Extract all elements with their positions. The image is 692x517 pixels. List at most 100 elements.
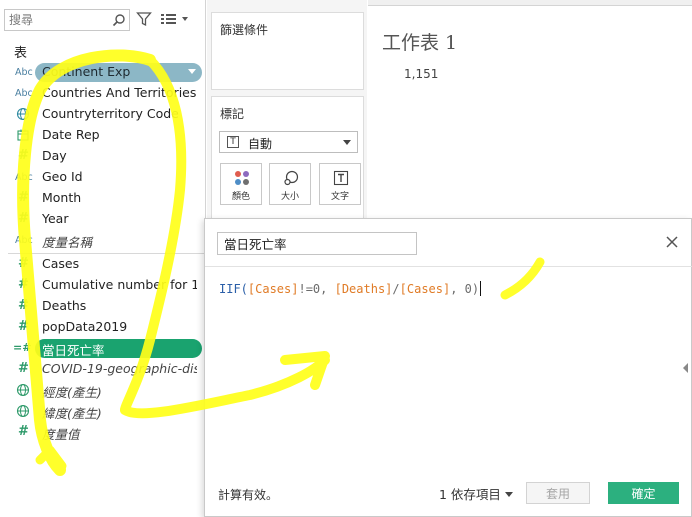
dialog-divider <box>205 266 692 267</box>
formula-field-cases: [Cases] <box>399 282 451 296</box>
field-label: Cases <box>42 256 80 271</box>
field-label: 緯度(產生) <box>42 406 102 421</box>
number-type-icon: # <box>18 319 29 334</box>
field-month[interactable]: # Month <box>0 188 205 209</box>
formula-field-cases: [Cases] <box>247 282 299 296</box>
color-button[interactable]: 顏色 <box>220 163 262 205</box>
calculation-editor-dialog: IIF([Cases]!=0, [Deaths]/[Cases], 0) 計算有… <box>204 218 692 517</box>
number-type-icon: # <box>18 211 29 226</box>
calculated-number-icon: =# <box>13 341 32 354</box>
number-type-icon: # <box>18 424 29 439</box>
ok-button[interactable]: 確定 <box>608 482 679 504</box>
field-measure-values[interactable]: # 度量值 <box>0 422 205 443</box>
number-type-icon: # <box>18 190 29 205</box>
field-cases[interactable]: # Cases <box>0 254 205 275</box>
formula-function: IIF( <box>219 282 248 296</box>
field-year[interactable]: # Year <box>0 209 205 230</box>
section-title-tables: 表 <box>14 46 28 61</box>
field-label: COVID-19-geographic-dis... <box>42 361 197 376</box>
field-covid-count[interactable]: # COVID-19-geographic-dis... <box>0 359 205 380</box>
field-longitude-generated[interactable]: 經度(產生) <box>0 380 205 401</box>
globe-icon <box>16 383 30 397</box>
filters-title: 篩選條件 <box>220 23 269 37</box>
search-input[interactable] <box>9 12 109 28</box>
field-label: Year <box>42 211 69 226</box>
formula-operator: !=0, <box>298 282 335 296</box>
dependencies-dropdown[interactable]: 1 依存項目 <box>439 484 513 503</box>
field-cumulative-number[interactable]: # Cumulative number for 1... <box>0 275 205 296</box>
string-type-icon: Abc <box>15 172 33 183</box>
mark-type-select[interactable]: T 自動 <box>219 131 358 153</box>
list-view-icon[interactable] <box>160 12 190 26</box>
text-mark-icon: T <box>227 136 239 148</box>
string-type-icon: Abc <box>15 235 33 246</box>
string-type-icon: Abc <box>15 88 33 99</box>
text-icon <box>333 170 349 186</box>
field-label: Month <box>42 190 82 205</box>
number-type-icon: # <box>18 277 29 292</box>
field-label: Geo Id <box>42 169 83 184</box>
field-label: Countryterritory Code <box>42 106 179 121</box>
field-label: Countries And Territories <box>42 85 197 100</box>
formula-operator: / <box>392 282 400 296</box>
field-date-rep[interactable]: Date Rep <box>0 125 205 146</box>
globe-icon <box>16 107 30 121</box>
mark-type-label: 自動 <box>248 137 273 151</box>
color-label: 顏色 <box>231 192 250 202</box>
close-icon[interactable] <box>665 235 679 249</box>
field-latitude-generated[interactable]: 緯度(產生) <box>0 401 205 422</box>
field-label: Cumulative number for 1... <box>42 277 197 292</box>
chevron-down-icon <box>343 140 351 145</box>
size-button[interactable]: 大小 <box>269 163 311 205</box>
filter-icon[interactable] <box>136 11 152 27</box>
field-continent-exp[interactable]: Abc Continent Exp <box>0 62 205 83</box>
number-type-icon: # <box>18 148 29 163</box>
field-label: Date Rep <box>42 127 100 142</box>
search-box[interactable] <box>4 9 130 31</box>
field-deaths[interactable]: # Deaths <box>0 296 205 317</box>
formula-field-deaths: [Deaths] <box>334 282 393 296</box>
calculation-status: 計算有效。 <box>218 488 279 502</box>
number-type-icon: # <box>18 361 29 376</box>
chevron-down-icon <box>504 492 513 497</box>
apply-button[interactable]: 套用 <box>526 482 590 504</box>
string-type-icon: Abc <box>15 67 33 78</box>
calendar-icon <box>17 129 29 141</box>
color-dots-icon <box>235 171 249 185</box>
field-label: 當日死亡率 <box>42 343 105 358</box>
side-panel-arrow-icon[interactable] <box>683 363 688 373</box>
field-countryterritory-code[interactable]: Countryterritory Code <box>0 104 205 125</box>
worksheet-value[interactable]: 1,151 <box>404 67 438 81</box>
number-type-icon: # <box>18 298 29 313</box>
field-popdata2019[interactable]: # popData2019 <box>0 317 205 338</box>
formula-editor[interactable]: IIF([Cases]!=0, [Deaths]/[Cases], 0) <box>219 281 482 296</box>
marks-title: 標記 <box>220 107 245 121</box>
field-label: 度量值 <box>42 427 80 442</box>
calculation-name-input[interactable] <box>217 232 417 255</box>
field-daily-death-rate[interactable]: =# 當日死亡率 <box>0 338 205 359</box>
field-label: 經度(產生) <box>42 385 102 400</box>
field-geo-id[interactable]: Abc Geo Id <box>0 167 205 188</box>
field-label: Day <box>42 148 67 163</box>
field-measure-names[interactable]: Abc 度量名稱 <box>0 230 205 251</box>
search-icon[interactable] <box>112 13 126 27</box>
dependencies-label: 1 依存項目 <box>439 487 501 502</box>
text-cursor <box>480 281 482 296</box>
marks-card: 標記 T 自動 顏色 大小 文字 <box>211 96 364 236</box>
worksheet-title: 工作表 1 <box>382 32 458 54</box>
toolbar-strip <box>368 0 692 6</box>
number-type-icon: # <box>18 256 29 271</box>
text-button[interactable]: 文字 <box>319 163 361 205</box>
field-countries-and-territories[interactable]: Abc Countries And Territories <box>0 83 205 104</box>
field-label: popData2019 <box>42 319 128 334</box>
field-label: Deaths <box>42 298 87 313</box>
filters-shelf[interactable]: 篩選條件 <box>211 12 364 90</box>
field-label: 度量名稱 <box>42 235 93 250</box>
globe-icon <box>16 404 30 418</box>
text-label: 文字 <box>330 192 349 202</box>
field-day[interactable]: # Day <box>0 146 205 167</box>
field-label: Continent Exp <box>42 64 131 79</box>
size-icon <box>284 170 299 186</box>
formula-operator: , 0) <box>450 282 480 296</box>
size-label: 大小 <box>280 192 299 202</box>
